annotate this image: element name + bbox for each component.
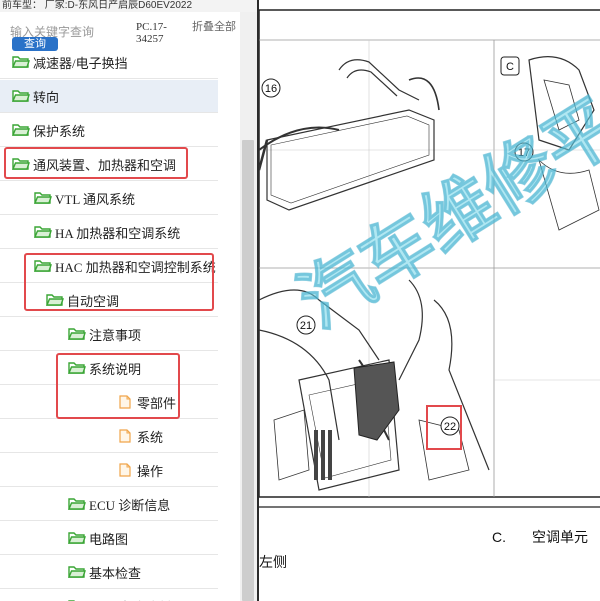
figure-caption: C. 空调单元 — [492, 527, 588, 547]
folder-open-icon — [68, 497, 86, 511]
watermark: 汽车维修平台 — [283, 44, 600, 344]
tree-item-label: 系统说明 — [89, 361, 142, 377]
tree-item[interactable]: VTL 通风系统 — [0, 182, 218, 215]
folder-open-icon — [68, 361, 86, 375]
tree-item[interactable]: HA 加热器和空调系统 — [0, 216, 218, 249]
tree-item-label: HAC 加热器和空调控制系统 — [55, 259, 216, 275]
pc-code: PC.17-34257 — [136, 21, 167, 45]
tree-item-label: 保护系统 — [33, 123, 86, 139]
folder-open-icon — [34, 191, 52, 205]
scrollbar[interactable] — [240, 12, 257, 601]
window-caption-text: 前车型： 厂家:D-东风日产启辰D60EV2022 — [2, 0, 193, 11]
folder-open-icon — [68, 565, 86, 579]
tree-item-label: DTC/电路诊断 — [89, 597, 171, 601]
tree-item-label: 减速器/电子换挡 — [33, 55, 128, 71]
tree-item[interactable]: 操作 — [0, 454, 218, 487]
tree-item[interactable]: 通风装置、加热器和空调 — [0, 148, 218, 181]
document-icon — [116, 395, 134, 409]
tree-item[interactable]: 系统说明 — [0, 352, 218, 385]
document-viewer: 16 17 21 22 C 汽车维修平台 C. 空调单元 左侧 — [259, 0, 600, 601]
tree-item[interactable]: ECU 诊断信息 — [0, 488, 218, 521]
callout-22: 22 — [444, 421, 456, 433]
tree-item-label: 系统 — [137, 429, 164, 445]
tree-item-label: 通风装置、加热器和空调 — [33, 157, 177, 173]
tree-item-label: 零部件 — [137, 395, 177, 411]
document-icon — [116, 463, 134, 477]
search-button[interactable]: 查询 — [12, 37, 58, 51]
tree-item-label: VTL 通风系统 — [55, 191, 136, 207]
tree-item[interactable]: 转向 — [0, 80, 218, 113]
navigation-panel: 前车型： 厂家:D-东风日产启辰D60EV2022 查询 PC.17-34257… — [0, 0, 258, 601]
tree-item-label: 自动空调 — [67, 293, 120, 309]
section-marker: C — [506, 61, 514, 73]
scrollbar-thumb[interactable] — [242, 140, 254, 601]
folder-open-icon — [12, 123, 30, 137]
tree-item[interactable]: 系统 — [0, 420, 218, 453]
tree-item-label: 注意事项 — [89, 327, 142, 343]
tree-item-label: ECU 诊断信息 — [89, 497, 171, 513]
tree-item[interactable]: 注意事项 — [0, 318, 218, 351]
tree-item[interactable]: 保护系统 — [0, 114, 218, 147]
tree-item[interactable]: 自动空调 — [0, 284, 218, 317]
tree-item[interactable]: 基本检查 — [0, 556, 218, 589]
tree-view: 减速器/电子换挡 转向保护系统通风装置、加热器和空调 VTL 通风系统 HA 加热器和… — [0, 54, 240, 601]
folder-open-icon — [68, 531, 86, 545]
folder-open-icon — [34, 259, 52, 273]
folder-open-icon — [12, 55, 30, 69]
tree-item-label: 转向 — [33, 89, 60, 105]
tree-item[interactable]: 零部件 — [0, 386, 218, 419]
side-label: 左侧 — [259, 554, 287, 570]
tree-item[interactable]: HAC 加热器和空调控制系统 — [0, 250, 218, 283]
window-caption: 前车型： 厂家:D-东风日产启辰D60EV2022 — [0, 0, 258, 12]
folder-open-icon — [12, 157, 30, 171]
caption-text: 空调单元 — [532, 529, 588, 545]
tree-item-label: HA 加热器和空调系统 — [55, 225, 181, 241]
callout-21: 21 — [300, 320, 312, 332]
folder-open-icon — [12, 89, 30, 103]
tree-item[interactable]: DTC/电路诊断 — [0, 590, 218, 601]
folder-open-icon — [46, 293, 64, 307]
tree-item-label: 电路图 — [89, 531, 129, 547]
caption-letter: C. — [492, 529, 506, 545]
collapse-all-button[interactable]: 折叠全部 — [192, 21, 236, 33]
folder-open-icon — [34, 225, 52, 239]
parts-diagram: 16 17 21 22 C 汽车维修平台 — [259, 9, 600, 508]
callout-16: 16 — [265, 83, 277, 95]
tree-item[interactable]: 减速器/电子换挡 — [0, 54, 218, 79]
search-area: 查询 PC.17-34257 折叠全部 — [0, 12, 240, 54]
tree-item-label: 基本检查 — [89, 565, 142, 581]
tree-item[interactable]: 电路图 — [0, 522, 218, 555]
tree-item-label: 操作 — [137, 463, 164, 479]
document-icon — [116, 429, 134, 443]
folder-open-icon — [68, 327, 86, 341]
